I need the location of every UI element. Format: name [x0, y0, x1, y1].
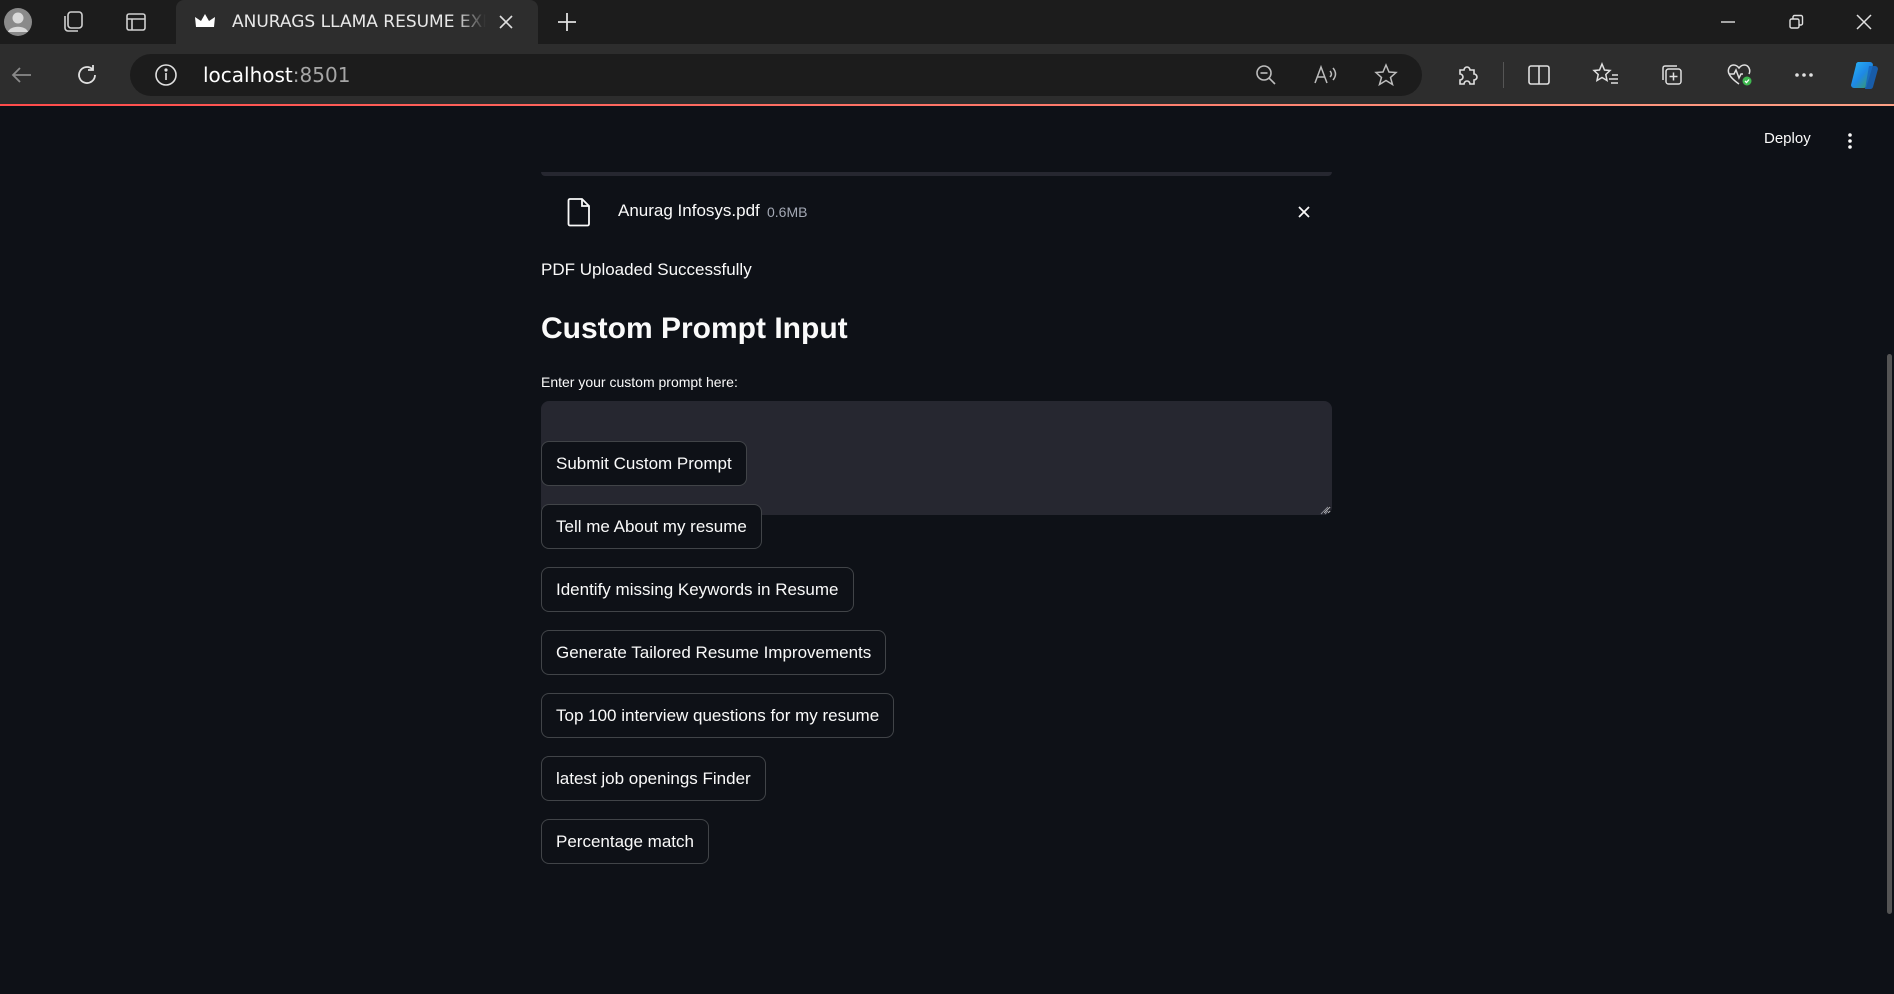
copilot-icon[interactable] [1847, 56, 1885, 94]
tab-title: ANURAGS LLAMA RESUME EXPERT [232, 12, 486, 32]
collections-icon[interactable] [1653, 56, 1691, 94]
browser-title-bar: ANURAGS LLAMA RESUME EXPERT [0, 0, 1894, 44]
deploy-button[interactable]: Deploy [1764, 130, 1811, 147]
browser-toolbar: localhost:8501 [0, 44, 1894, 105]
toolbar-separator [1503, 62, 1504, 88]
url-host: localhost [203, 63, 293, 87]
streamlit-crown-icon [193, 11, 217, 33]
url-port: :8501 [292, 63, 351, 87]
vertical-ellipsis-icon[interactable] [1840, 130, 1860, 152]
close-icon[interactable] [1291, 199, 1317, 225]
upload-status-text: PDF Uploaded Successfully [541, 260, 752, 279]
refresh-icon[interactable] [68, 56, 106, 94]
info-icon[interactable] [154, 63, 178, 87]
percentage-match-button[interactable]: Percentage match [541, 819, 709, 864]
interview-questions-button[interactable]: Top 100 interview questions for my resum… [541, 693, 895, 738]
tell-me-about-resume-button[interactable]: Tell me About my resume [541, 504, 762, 549]
page-scrollbar[interactable] [1887, 354, 1892, 914]
ellipsis-icon[interactable] [1785, 56, 1823, 94]
close-icon[interactable] [492, 8, 520, 36]
generate-improvements-button[interactable]: Generate Tailored Resume Improvements [541, 630, 887, 675]
minimize-icon[interactable] [1695, 0, 1761, 44]
prompt-field-label: Enter your custom prompt here: [541, 374, 738, 390]
file-uploader-dropzone[interactable] [541, 172, 1332, 176]
section-heading: Custom Prompt Input [541, 312, 848, 345]
resize-handle-icon[interactable] [1319, 502, 1329, 515]
favorites-list-icon[interactable] [1587, 56, 1625, 94]
puzzle-icon[interactable] [1449, 56, 1487, 94]
uploaded-file-row: Anurag Infosys.pdf 0.6MB [541, 186, 1332, 236]
tab-actions-icon[interactable] [118, 4, 154, 40]
app-page: Deploy Anurag Infosys.pdf 0.6MB PDF Uplo… [0, 106, 1894, 994]
profile-avatar-icon[interactable] [0, 4, 36, 40]
workspaces-icon[interactable] [55, 4, 91, 40]
file-name: Anurag Infosys.pdf [618, 201, 760, 220]
read-aloud-icon[interactable] [1310, 60, 1342, 90]
close-icon[interactable] [1831, 0, 1894, 44]
plus-icon[interactable] [549, 4, 585, 40]
address-bar[interactable]: localhost:8501 [130, 54, 1422, 96]
active-tab[interactable]: ANURAGS LLAMA RESUME EXPERT [176, 0, 538, 44]
split-screen-icon[interactable] [1520, 56, 1558, 94]
identify-missing-keywords-button[interactable]: Identify missing Keywords in Resume [541, 567, 854, 612]
back-arrow-icon[interactable] [3, 56, 41, 94]
job-openings-finder-button[interactable]: latest job openings Finder [541, 756, 766, 801]
heart-pulse-icon[interactable] [1720, 56, 1758, 94]
file-size: 0.6MB [767, 204, 808, 220]
submit-custom-prompt-button[interactable]: Submit Custom Prompt [541, 441, 747, 486]
star-icon[interactable] [1370, 60, 1402, 90]
restore-icon[interactable] [1763, 0, 1829, 44]
zoom-out-icon[interactable] [1250, 60, 1282, 90]
url-text[interactable]: localhost:8501 [203, 54, 350, 96]
document-icon [566, 197, 592, 227]
